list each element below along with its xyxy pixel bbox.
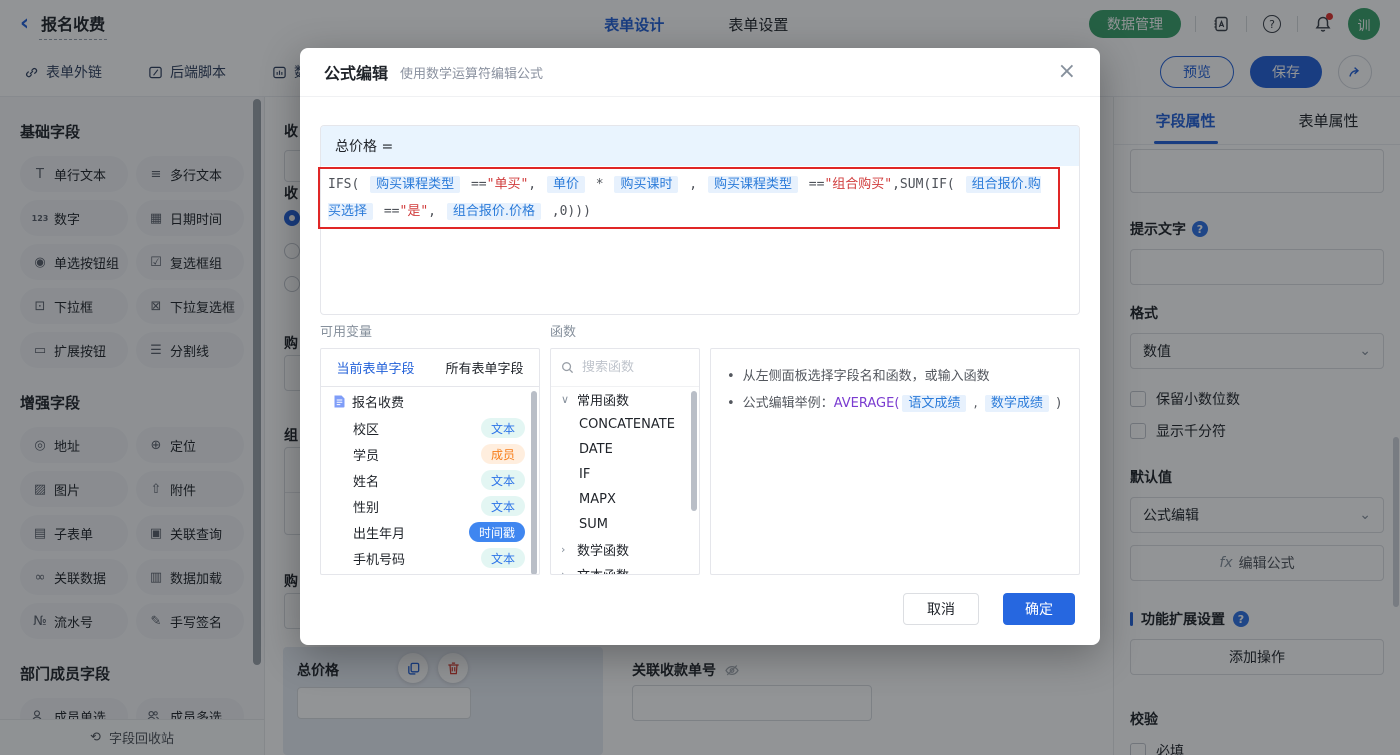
- tab-current-form-fields[interactable]: 当前表单字段: [336, 358, 414, 377]
- variables-label: 可用变量: [320, 325, 373, 340]
- function-search-input[interactable]: [582, 360, 682, 375]
- variable-field-row[interactable]: 出生年月 时间戳: [321, 519, 539, 545]
- function-item[interactable]: IF: [551, 462, 699, 487]
- function-group-math[interactable]: › 数学函数: [551, 537, 699, 562]
- formula-example: 公式编辑举例：AVERAGE(语文成绩 , 数学成绩 ): [742, 395, 1062, 412]
- function-item[interactable]: DATE: [551, 437, 699, 462]
- variables-scrollbar[interactable]: [531, 391, 537, 574]
- function-item[interactable]: MAPX: [551, 487, 699, 512]
- form-node[interactable]: 报名收费: [321, 387, 539, 415]
- modal-title: 公式编辑: [324, 64, 389, 83]
- functions-panel: ∨常用函数 CONCATENATE DATE IF MAPX SUM ›数学函数…: [550, 348, 700, 575]
- chevron-right-icon: ›: [561, 543, 566, 556]
- cancel-button[interactable]: 取消: [903, 593, 979, 625]
- functions-scrollbar[interactable]: [691, 391, 697, 511]
- app: ‹ 报名收费 表单设计 表单设置 数据管理 ? 训 表单外链 后端脚本 预览 保…: [0, 0, 1400, 755]
- formula-editor-modal: 公式编辑 使用数学运算符编辑公式 × 总价格 = IFS( 购买课程类型 =="…: [300, 48, 1100, 645]
- formula-result-label: 总价格 =: [321, 126, 1079, 166]
- help-tip-1: • 从左侧面板选择字段名和函数，或输入函数: [727, 369, 990, 384]
- formula-expression[interactable]: IFS( 购买课程类型 =="单买", 单价 * 购买课时 , 购买课程类型 =…: [328, 171, 1050, 225]
- field-type-badge: 文本: [480, 418, 525, 438]
- function-group-text[interactable]: ›文本函数: [551, 562, 699, 575]
- formula-highlight-box: IFS( 购买课程类型 =="单买", 单价 * 购买课时 , 购买课程类型 =…: [318, 167, 1060, 229]
- search-icon: [562, 362, 574, 374]
- variables-panel: 当前表单字段 所有表单字段 报名收费 校区 文本 学员 成员 姓名 文本 性别 文本 出…: [320, 348, 540, 575]
- chevron-right-icon: ›: [561, 568, 566, 575]
- field-type-badge: 成员: [480, 444, 525, 464]
- field-type-badge: 文本: [480, 496, 525, 516]
- functions-label: 函数: [550, 325, 577, 340]
- function-item[interactable]: SUM: [551, 512, 699, 537]
- field-type-badge: 文本: [480, 548, 525, 568]
- function-group-common[interactable]: ∨ 常用函数: [551, 387, 699, 412]
- function-search: [551, 349, 699, 387]
- variable-field-row[interactable]: 姓名 文本: [321, 467, 539, 493]
- field-type-badge: 时间戳: [468, 522, 525, 542]
- modal-subtitle: 使用数学运算符编辑公式: [400, 66, 544, 82]
- help-tip-2: • 公式编辑举例：AVERAGE(语文成绩 , 数学成绩 ): [727, 390, 1063, 417]
- form-file-icon: [334, 395, 345, 408]
- variable-field-row[interactable]: 性别 文本: [321, 493, 539, 519]
- chevron-down-icon: ∨: [561, 393, 570, 406]
- variable-field-row[interactable]: 学员 成员: [321, 441, 539, 467]
- confirm-button[interactable]: 确定: [1003, 593, 1075, 625]
- variable-field-row[interactable]: 手机号码 文本: [321, 545, 539, 571]
- close-icon[interactable]: ×: [1058, 61, 1076, 83]
- function-item[interactable]: CONCATENATE: [551, 412, 699, 437]
- variable-field-row[interactable]: 校区 文本: [321, 415, 539, 441]
- tab-all-form-fields[interactable]: 所有表单字段: [445, 358, 523, 377]
- variables-tabs: 当前表单字段 所有表单字段: [321, 349, 539, 387]
- field-type-badge: 文本: [480, 470, 525, 490]
- formula-help-panel: • 从左侧面板选择字段名和函数，或输入函数 • 公式编辑举例：AVERAGE(语…: [710, 348, 1080, 575]
- modal-header: 公式编辑 使用数学运算符编辑公式 ×: [300, 48, 1100, 97]
